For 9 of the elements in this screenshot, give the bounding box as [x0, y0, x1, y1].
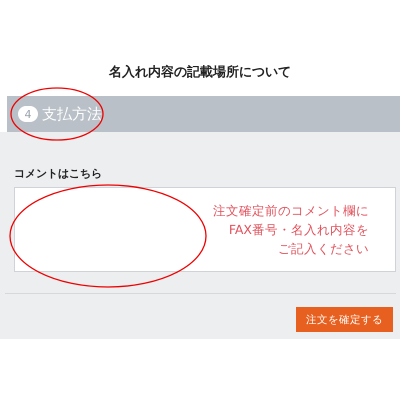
step-number: 4: [18, 106, 38, 122]
page-title: 名入れ内容の記載場所について: [108, 64, 292, 82]
note-text: ご記入ください: [278, 240, 369, 258]
confirm-button[interactable]: 注文を確定する: [296, 307, 393, 332]
step-label: 支払方法: [42, 104, 102, 124]
note-text: 注文確定前のコメント欄に: [213, 202, 369, 220]
field-label: コメントはこちら: [14, 166, 103, 181]
comment-field[interactable]: 注文確定前のコメント欄に FAX番号・名入れ内容を ご記入ください: [14, 187, 396, 272]
note-text: FAX番号・名入れ内容を: [228, 221, 369, 239]
